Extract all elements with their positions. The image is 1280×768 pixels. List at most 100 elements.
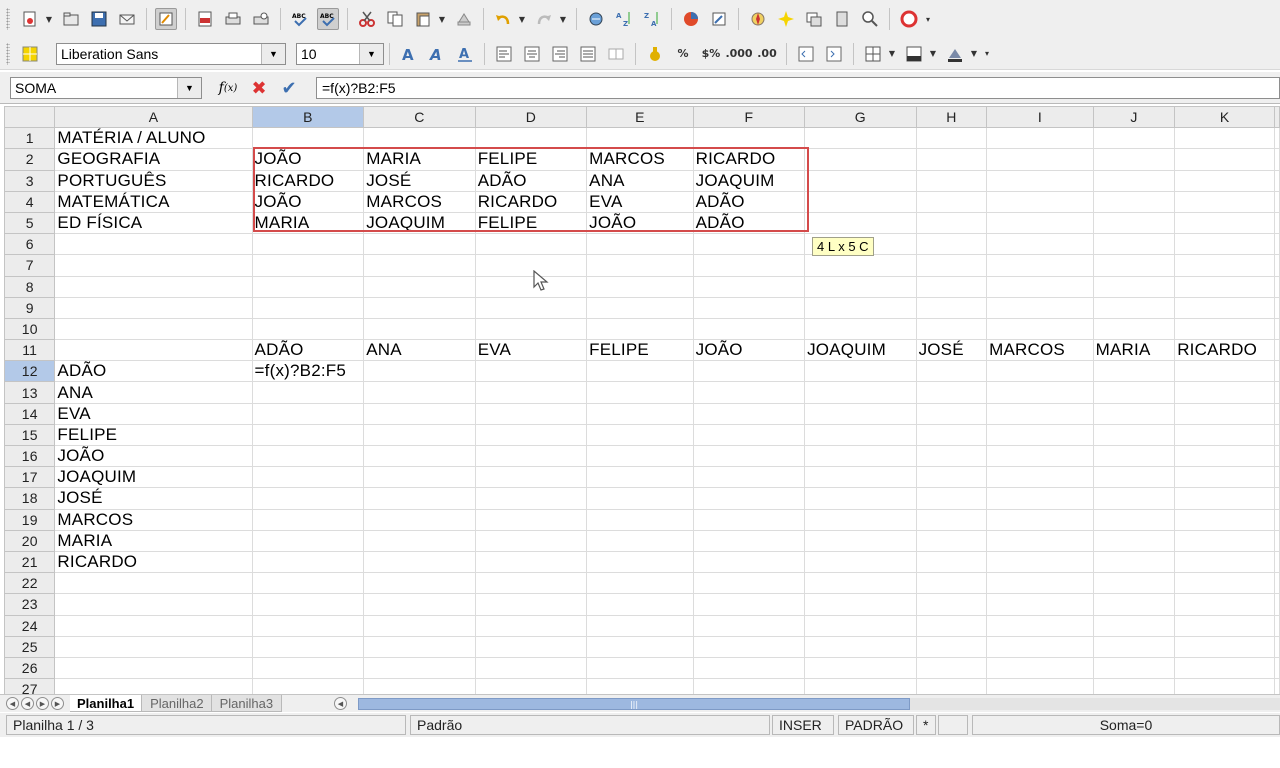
cell-h24[interactable]: [916, 615, 988, 637]
cell-j19[interactable]: [1093, 509, 1176, 531]
cell-b17[interactable]: [252, 466, 365, 489]
column-header-g[interactable]: G: [804, 106, 917, 129]
cell-i14[interactable]: [986, 403, 1094, 425]
horizontal-scrollbar[interactable]: |||: [358, 698, 1280, 710]
cell-i13[interactable]: [986, 381, 1094, 404]
chevron-down-icon[interactable]: ▼: [359, 43, 383, 64]
cell-a20[interactable]: MARIA: [54, 530, 253, 552]
cell-d21[interactable]: [475, 551, 588, 574]
styles-icon[interactable]: [831, 8, 853, 30]
cell-e5[interactable]: JOÃO: [586, 212, 694, 235]
cell-overflow[interactable]: [1274, 170, 1280, 192]
cell-d17[interactable]: [475, 466, 588, 489]
cell-g14[interactable]: [804, 403, 917, 425]
zoom-icon[interactable]: [859, 8, 881, 30]
cell-b25[interactable]: [252, 636, 365, 658]
align-left-icon[interactable]: [493, 43, 515, 65]
cell-i24[interactable]: [986, 615, 1094, 637]
accept-icon[interactable]: ✔: [278, 78, 300, 99]
cell-j4[interactable]: [1093, 191, 1176, 213]
cell-i22[interactable]: [986, 572, 1094, 595]
cell-e15[interactable]: [586, 424, 694, 447]
cell-overflow[interactable]: [1274, 318, 1280, 341]
cell-d23[interactable]: [475, 593, 588, 616]
cell-f5[interactable]: ADÃO: [693, 212, 806, 235]
cell-c6[interactable]: [363, 233, 476, 256]
row-header-17[interactable]: 17: [4, 466, 56, 489]
cell-d1[interactable]: [475, 127, 588, 150]
cell-i20[interactable]: [986, 530, 1094, 552]
row-header-26[interactable]: 26: [4, 656, 56, 680]
cell-a5[interactable]: ED FÍSICA: [54, 212, 253, 235]
spreadsheet-grid[interactable]: ABCDEFGHIJK 1 MATÉRIA / ALUNO 2 GEOGRAFIA JO…: [4, 106, 1280, 694]
cell-d22[interactable]: [475, 572, 588, 595]
cell-f19[interactable]: [693, 509, 806, 531]
previous-sheet-icon[interactable]: ◀: [21, 697, 34, 710]
cell-a6[interactable]: [54, 233, 253, 256]
cell-a24[interactable]: [54, 615, 253, 637]
cell-g19[interactable]: [804, 509, 917, 531]
cell-j24[interactable]: [1093, 615, 1176, 637]
cell-i12[interactable]: [986, 360, 1094, 383]
cell-f23[interactable]: [693, 593, 806, 616]
row-header-13[interactable]: 13: [4, 381, 56, 404]
cell-overflow[interactable]: [1274, 381, 1280, 404]
cell-k23[interactable]: [1174, 593, 1275, 616]
cell-i17[interactable]: [986, 466, 1094, 489]
cell-e22[interactable]: [586, 572, 694, 595]
cell-e27[interactable]: [586, 678, 694, 694]
row-header-12[interactable]: 12: [4, 360, 56, 383]
cell-f6[interactable]: [693, 233, 806, 256]
cell-k24[interactable]: [1174, 615, 1275, 637]
styles-formatting-icon[interactable]: [19, 43, 41, 65]
cell-d12[interactable]: [475, 360, 588, 383]
sort-descending-icon[interactable]: ZA: [641, 8, 663, 30]
cell-e25[interactable]: [586, 636, 694, 658]
cell-a12[interactable]: ADÃO: [54, 360, 253, 383]
row-header-14[interactable]: 14: [4, 402, 56, 425]
cell-e16[interactable]: [586, 445, 694, 468]
redo-icon[interactable]: [533, 8, 555, 30]
cell-e24[interactable]: [586, 615, 694, 637]
cell-f3[interactable]: JOAQUIM: [693, 170, 806, 192]
cell-g2[interactable]: [804, 148, 917, 171]
row-header-23[interactable]: 23: [4, 593, 56, 616]
cell-h11[interactable]: JOSÉ: [916, 339, 988, 362]
cell-g25[interactable]: [804, 636, 917, 658]
cell-b26[interactable]: [252, 657, 365, 680]
cell-d3[interactable]: ADÃO: [475, 170, 588, 192]
row-header-20[interactable]: 20: [4, 529, 56, 552]
cell-j10[interactable]: [1093, 318, 1176, 341]
next-sheet-icon[interactable]: ▶: [36, 697, 49, 710]
cell-g5[interactable]: [804, 212, 917, 235]
cell-e8[interactable]: [586, 276, 694, 298]
font-color-dropdown-icon[interactable]: ▼: [969, 43, 979, 65]
tab-planilha2[interactable]: Planilha2: [141, 695, 213, 712]
row-header-24[interactable]: 24: [4, 614, 56, 637]
cell-d5[interactable]: FELIPE: [475, 212, 588, 235]
row-header-5[interactable]: 5: [4, 211, 56, 235]
select-all-corner[interactable]: [4, 106, 56, 129]
cell-k4[interactable]: [1174, 191, 1275, 213]
cell-e14[interactable]: [586, 403, 694, 425]
cell-b3[interactable]: RICARDO: [252, 170, 365, 192]
cell-g21[interactable]: [804, 551, 917, 574]
cell-c1[interactable]: [363, 127, 476, 150]
cell-a27[interactable]: [54, 678, 253, 694]
cell-i21[interactable]: [986, 551, 1094, 574]
cell-k7[interactable]: [1174, 254, 1275, 277]
function-wizard-icon[interactable]: f (x): [216, 78, 240, 98]
cell-k22[interactable]: [1174, 572, 1275, 595]
row-header-8[interactable]: 8: [4, 275, 56, 298]
cell-h22[interactable]: [916, 572, 988, 595]
cell-k11[interactable]: RICARDO: [1174, 339, 1275, 362]
cell-g26[interactable]: [804, 657, 917, 680]
cell-k1[interactable]: [1174, 127, 1275, 150]
row-header-3[interactable]: 3: [4, 169, 56, 192]
font-size-box[interactable]: 10 ▼: [296, 42, 384, 65]
cell-h5[interactable]: [916, 212, 988, 235]
tab-planilha3[interactable]: Planilha3: [210, 695, 283, 712]
cell-e9[interactable]: [586, 297, 694, 319]
name-box[interactable]: SOMA ▼: [10, 77, 202, 99]
cell-d4[interactable]: RICARDO: [475, 191, 588, 213]
